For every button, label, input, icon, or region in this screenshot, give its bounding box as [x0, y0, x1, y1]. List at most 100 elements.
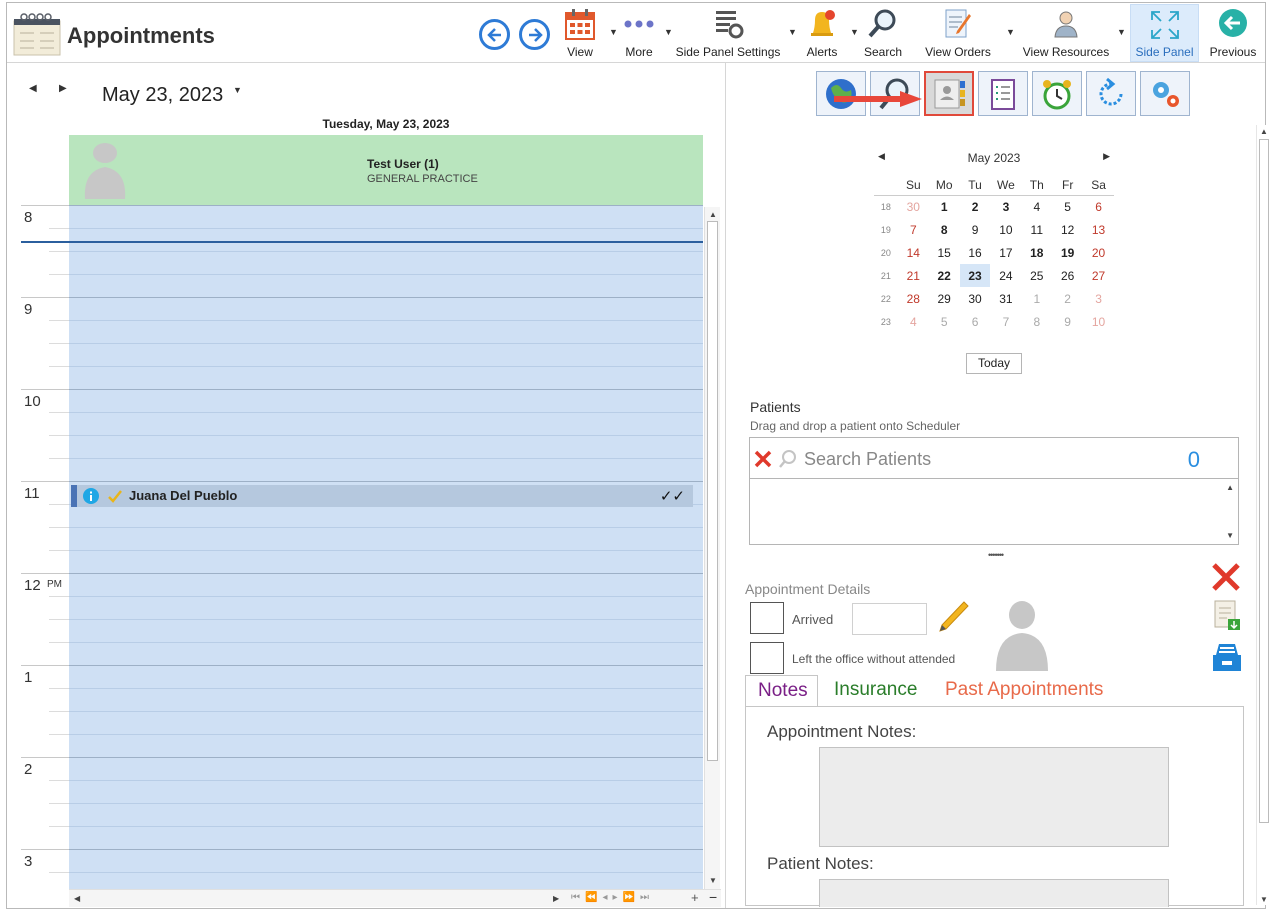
refresh-panel-button[interactable]	[1086, 71, 1136, 116]
calendar-day[interactable]: 30	[898, 195, 929, 218]
left-without-attended-checkbox[interactable]	[750, 642, 784, 674]
pencil-edit-icon[interactable]	[936, 599, 970, 635]
more-button[interactable]: More	[619, 7, 659, 61]
alerts-button[interactable]: Alerts	[801, 7, 843, 61]
patient-notes-field[interactable]	[819, 879, 1169, 907]
next-month-icon[interactable]: ▶	[1103, 151, 1110, 162]
calendar-day[interactable]: 4	[1021, 195, 1052, 218]
pager-controls-icon[interactable]: ⏮⏪◂▸⏩⏭	[571, 892, 654, 903]
scheduler-horizontal-scrollbar[interactable]: ◀ ▶ ⏮⏪◂▸⏩⏭ + −	[69, 889, 721, 907]
view-button[interactable]: View	[559, 7, 601, 61]
calendar-day[interactable]: 7	[898, 218, 929, 241]
clear-search-icon[interactable]	[753, 449, 773, 469]
list-scroll-down-icon[interactable]: ▼	[1226, 531, 1234, 540]
scroll-left-icon[interactable]: ◀	[74, 894, 80, 903]
day-grid[interactable]	[69, 205, 703, 889]
scrollbar-thumb[interactable]	[707, 221, 718, 761]
date-dropdown-icon[interactable]: ▼	[233, 85, 242, 95]
calendar-day[interactable]: 8	[1021, 310, 1052, 333]
search-button[interactable]: Search	[861, 7, 905, 61]
current-date[interactable]: May 23, 2023	[102, 84, 223, 107]
document-download-icon[interactable]	[1212, 599, 1242, 631]
side-panel-button[interactable]: Side Panel	[1130, 4, 1199, 62]
calendar-day[interactable]: 5	[929, 310, 960, 333]
appointment-notes-field[interactable]	[819, 747, 1169, 847]
panel-scroll-down-icon[interactable]: ▼	[1260, 895, 1268, 904]
arrived-checkbox[interactable]	[750, 602, 784, 634]
calendar-day[interactable]: 10	[1083, 310, 1114, 333]
tab-past-appointments[interactable]: Past Appointments	[933, 675, 1115, 707]
calendar-day[interactable]: 19	[1052, 241, 1083, 264]
calendar-day[interactable]: 14	[898, 241, 929, 264]
panel-scroll-up-icon[interactable]: ▲	[1260, 127, 1268, 136]
calendar-day[interactable]: 3	[990, 195, 1021, 218]
calendar-day[interactable]: 7	[990, 310, 1021, 333]
prev-day-icon[interactable]: ◀	[29, 83, 37, 94]
patient-details-panel-button[interactable]	[924, 71, 974, 116]
previous-button[interactable]: Previous	[1205, 7, 1261, 61]
calendar-day[interactable]: 9	[1052, 310, 1083, 333]
back-nav-button[interactable]	[479, 19, 510, 50]
forward-nav-button[interactable]	[519, 19, 550, 50]
archive-drawer-icon[interactable]	[1210, 641, 1244, 673]
panel-scrollbar-thumb[interactable]	[1259, 139, 1269, 823]
view-orders-button[interactable]: View Orders	[921, 7, 995, 61]
calendar-day[interactable]: 1	[1021, 287, 1052, 310]
calendar-day[interactable]: 28	[898, 287, 929, 310]
scroll-up-icon[interactable]: ▲	[709, 210, 717, 219]
calendar-day[interactable]: 18	[1021, 241, 1052, 264]
calendar-day[interactable]: 26	[1052, 264, 1083, 287]
calendar-day[interactable]: 2	[960, 195, 991, 218]
settings-panel-button[interactable]	[1140, 71, 1190, 116]
view-resources-button[interactable]: View Resources	[1020, 7, 1112, 61]
calendar-day[interactable]: 5	[1052, 195, 1083, 218]
splitter-handle[interactable]: •••••••	[988, 550, 1004, 560]
resources-dropdown-icon[interactable]: ▼	[1117, 27, 1126, 37]
delete-x-icon[interactable]	[1210, 561, 1242, 593]
calendar-day[interactable]: 11	[1021, 218, 1052, 241]
calendar-day-selected[interactable]: 23	[959, 264, 991, 287]
calendar-day[interactable]: 1	[929, 195, 960, 218]
today-button[interactable]: Today	[966, 353, 1022, 374]
prev-month-icon[interactable]: ◀	[878, 151, 885, 162]
scheduler-vertical-scrollbar[interactable]: ▲ ▼	[704, 207, 720, 889]
calendar-day[interactable]: 3	[1083, 287, 1114, 310]
calendar-day[interactable]: 6	[960, 310, 991, 333]
side-panel-settings-button[interactable]: Side Panel Settings	[675, 7, 781, 61]
calendar-day[interactable]: 6	[1083, 195, 1114, 218]
orders-dropdown-icon[interactable]: ▼	[1006, 27, 1015, 37]
patients-list[interactable]: ▲ ▼	[749, 479, 1239, 545]
calendar-day[interactable]: 25	[1021, 264, 1052, 287]
patient-search-box[interactable]: Search Patients 0	[749, 437, 1239, 479]
calendar-day[interactable]: 30	[960, 287, 991, 310]
alerts-dropdown-icon[interactable]: ▼	[850, 27, 859, 37]
more-dropdown-icon[interactable]: ▼	[664, 27, 673, 37]
side-panel-scrollbar[interactable]: ▲ ▼	[1256, 125, 1269, 905]
calendar-day[interactable]: 20	[1083, 241, 1114, 264]
calendar-day[interactable]: 24	[990, 264, 1021, 287]
zoom-out-icon[interactable]: −	[709, 889, 717, 905]
orders-panel-button[interactable]	[978, 71, 1028, 116]
view-dropdown-icon[interactable]: ▼	[609, 27, 618, 37]
tab-insurance[interactable]: Insurance	[822, 675, 929, 707]
calendar-day[interactable]: 13	[1083, 218, 1114, 241]
zoom-in-icon[interactable]: +	[691, 890, 699, 905]
calendar-day[interactable]: 31	[990, 287, 1021, 310]
list-scroll-up-icon[interactable]: ▲	[1226, 483, 1234, 492]
calendar-day[interactable]: 2	[1052, 287, 1083, 310]
next-day-icon[interactable]: ▶	[59, 83, 67, 94]
reminders-panel-button[interactable]	[1032, 71, 1082, 116]
calendar-day[interactable]: 12	[1052, 218, 1083, 241]
search-patients-input[interactable]: Search Patients	[804, 449, 931, 470]
calendar-day[interactable]: 21	[898, 264, 929, 287]
calendar-day[interactable]: 29	[929, 287, 960, 310]
scroll-right-icon[interactable]: ▶	[553, 894, 559, 903]
calendar-day[interactable]: 10	[990, 218, 1021, 241]
calendar-day[interactable]: 27	[1083, 264, 1114, 287]
calendar-day[interactable]: 9	[960, 218, 991, 241]
calendar-day[interactable]: 8	[929, 218, 960, 241]
arrived-time-field[interactable]	[852, 603, 927, 635]
settings-dropdown-icon[interactable]: ▼	[788, 27, 797, 37]
tab-notes[interactable]: Notes	[745, 675, 818, 707]
calendar-day[interactable]: 16	[960, 241, 991, 264]
